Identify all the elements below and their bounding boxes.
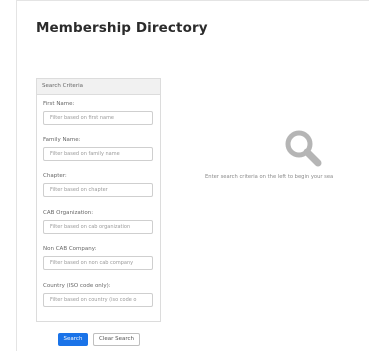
frame-border-left [16,0,17,351]
cab-organization-label: CAB Organization: [43,210,94,216]
non-cab-company-input[interactable]: Filter based on non cab company [43,256,153,270]
chapter-input[interactable]: Filter based on chapter [43,183,153,197]
cab-organization-group: CAB Organization: Filter based on cab or… [43,209,153,234]
search-button[interactable]: Search [58,333,88,346]
country-input[interactable]: Filter based on country (iso code o [43,293,153,307]
cab-organization-input[interactable]: Filter based on cab organization [43,220,153,234]
family-name-group: Family Name: Filter based on family name [43,136,153,161]
membership-directory-page: Membership Directory Search Criteria Fir… [0,0,369,351]
non-cab-company-group: Non CAB Company: Filter based on non cab… [43,245,153,270]
frame-border-top [16,0,369,1]
country-label: Country (ISO code only): [43,283,111,289]
chapter-group: Chapter: Filter based on chapter [43,172,153,197]
first-name-input[interactable]: Filter based on first name [43,111,153,125]
clear-search-button[interactable]: Clear Search [93,333,140,346]
search-icon [285,130,322,167]
country-group: Country (ISO code only): Filter based on… [43,282,153,307]
first-name-label: First Name: [43,101,75,107]
first-name-group: First Name: Filter based on first name [43,100,153,125]
page-title: Membership Directory [36,20,208,36]
chapter-label: Chapter: [43,173,67,179]
non-cab-company-label: Non CAB Company: [43,246,97,252]
search-criteria-header: Search Criteria [37,79,160,95]
empty-state-message: Enter search criteria on the left to beg… [205,174,334,180]
family-name-label: Family Name: [43,137,81,143]
family-name-input[interactable]: Filter based on family name [43,147,153,161]
search-criteria-panel: Search Criteria First Name: Filter based… [36,78,161,322]
